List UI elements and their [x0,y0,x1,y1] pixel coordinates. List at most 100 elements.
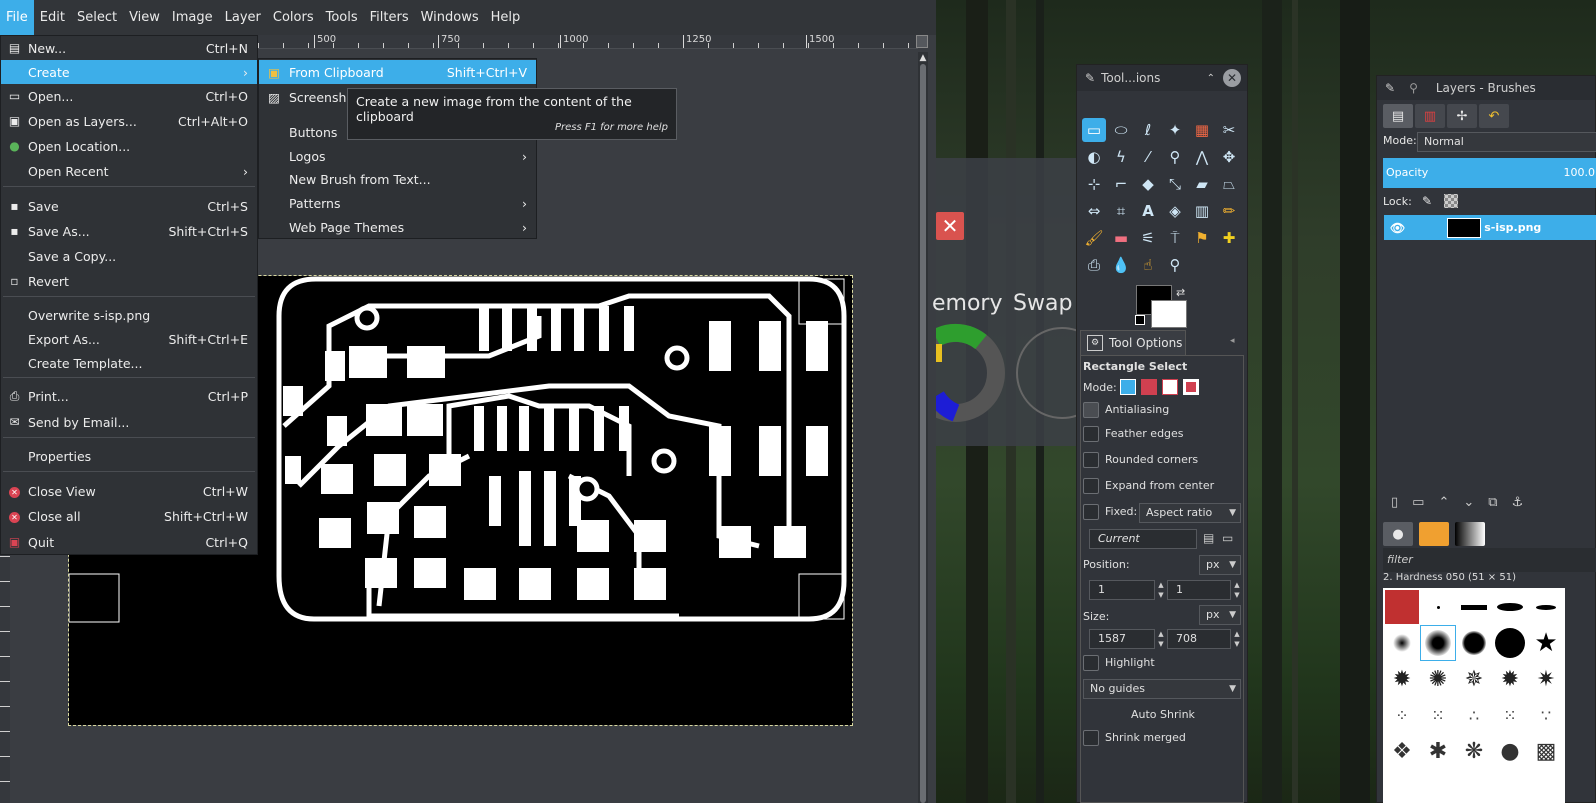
brush-item[interactable]: ✷ [1529,662,1563,696]
menu-item-open[interactable]: ▭ Open... Ctrl+O [1,84,257,108]
brush-item[interactable]: ✺ [1421,662,1455,696]
tab-layers-icon[interactable]: ▤ [1383,104,1413,128]
position-unit-select[interactable]: px ▼ [1199,555,1241,575]
lock-alpha-icon[interactable] [1444,194,1458,208]
align-tool-icon[interactable]: ⊹ [1082,172,1106,196]
size-width-spinner[interactable]: ▲ ▼ [1156,629,1166,649]
layer-row[interactable]: 👁 s-isp.png [1384,215,1596,240]
paintbrush-tool-icon[interactable]: 🖌 [1082,226,1106,250]
feather-checkbox[interactable] [1083,426,1099,442]
menu-item-send-email[interactable]: ✉ Send by Email... [1,410,257,434]
brush-item[interactable]: ∵ [1529,698,1563,732]
tab-brushes-icon[interactable]: ● [1383,522,1413,546]
duplicate-layer-icon[interactable]: ⧉ [1488,495,1497,510]
menu-help[interactable]: Help [485,0,527,35]
scale-tool-icon[interactable]: ⤡ [1163,172,1187,196]
position-y-spinner[interactable]: ▲ ▼ [1232,580,1242,600]
expand-row[interactable]: Expand from center [1083,478,1214,494]
menu-item-revert[interactable]: ▫ Revert [1,269,257,293]
tab-undo-icon[interactable]: ↶ [1479,104,1509,128]
menu-item-close-view[interactable]: ✕ Close View Ctrl+W [1,479,257,503]
submenu-item-logos[interactable]: Logos › [259,144,536,168]
brush-item[interactable]: ✵ [1457,662,1491,696]
menu-item-properties[interactable]: Properties [1,444,257,468]
scrollbar-thumb[interactable] [920,64,926,803]
menu-item-create[interactable]: Create › [1,60,257,84]
antialiasing-checkbox[interactable] [1083,402,1099,418]
menu-filters[interactable]: Filters [364,0,415,35]
menu-colors[interactable]: Colors [267,0,320,35]
menu-file[interactable]: File [0,0,34,35]
brush-item[interactable] [1457,590,1491,624]
move-tool-icon[interactable]: ✥ [1217,145,1241,169]
layer-mode-select[interactable]: Normal [1417,132,1596,152]
brush-item[interactable] [1457,626,1491,660]
guides-select[interactable]: No guides ▼ [1083,679,1241,699]
mode-subtract-icon[interactable] [1161,379,1178,395]
brush-item[interactable]: ★ [1529,626,1563,660]
brush-item[interactable] [1493,590,1527,624]
color-picker-tool-icon[interactable]: ⁄ [1136,145,1160,169]
aspect-toggle-icon[interactable]: ▭ [1222,531,1233,545]
brush-item[interactable]: ❋ [1457,734,1491,768]
flip-tool-icon[interactable]: ⇔ [1082,199,1106,223]
anchor-icon[interactable]: ⚓ [1512,495,1524,510]
tab-paths-icon[interactable]: ✢ [1447,104,1477,128]
zoom-tool-icon[interactable]: ⚲ [1163,145,1187,169]
mode-replace-icon[interactable] [1119,379,1136,395]
menu-item-create-template[interactable]: Create Template... [1,351,257,375]
tab-patterns-icon[interactable] [1419,522,1449,546]
pin-icon[interactable]: ✎ [1385,81,1395,95]
text-tool-icon[interactable]: A [1136,199,1160,223]
menu-item-export-as[interactable]: Export As... Shift+Ctrl+E [1,327,257,351]
submenu-item-from-clipboard[interactable]: ▣ From Clipboard Shift+Ctrl+V [259,60,536,84]
brush-item[interactable] [1421,590,1455,624]
brush-item[interactable]: ✱ [1421,734,1455,768]
fuzzy-select-tool-icon[interactable]: ✦ [1163,118,1187,142]
perspective-clone-tool-icon[interactable]: ⎙ [1082,253,1106,277]
brush-item[interactable] [1529,590,1563,624]
raise-layer-icon[interactable]: ⌃ [1438,495,1449,510]
aspect-current-field[interactable]: Current [1089,529,1197,549]
brush-item[interactable] [1385,590,1419,624]
brush-grid[interactable]: ★ ✹ ✺ ✵ ✹ ✷ ⁘ ⁙ ∴ ⁙ ∵ ❖ ✱ ❋ ● ▩ [1383,588,1565,803]
tab-channels-icon[interactable]: ▥ [1415,104,1445,128]
detach-icon[interactable]: ⚲ [1409,81,1418,95]
shrink-merged-row[interactable]: Shrink merged [1083,730,1186,746]
ellipse-select-tool-icon[interactable]: ⬭ [1109,118,1133,142]
brush-filter-input[interactable]: filter [1383,548,1596,572]
scroll-up-icon[interactable]: ▲ [917,52,929,64]
heal-tool-icon[interactable]: ✚ [1217,226,1241,250]
collapse-icon[interactable]: ⌃ [1207,73,1215,84]
dodge-burn-tool-icon[interactable]: ⚲ [1163,253,1187,277]
submenu-item-new-brush[interactable]: New Brush from Text... [259,167,536,191]
shear-tool-icon[interactable]: ▰ [1190,172,1214,196]
brush-item[interactable] [1493,626,1527,660]
shrink-merged-checkbox[interactable] [1083,730,1099,746]
measure-tool-icon[interactable]: ⋀ [1190,145,1214,169]
menu-tools[interactable]: Tools [320,0,364,35]
size-height-spinner[interactable]: ▲ ▼ [1232,629,1242,649]
brush-item[interactable]: ⁙ [1493,698,1527,732]
rounded-checkbox[interactable] [1083,452,1099,468]
brush-item[interactable] [1420,625,1456,661]
eye-icon[interactable]: 👁 [1390,221,1405,235]
brush-item[interactable]: ● [1493,734,1527,768]
pin-icon[interactable]: ✎ [1085,71,1095,85]
perspective-tool-icon[interactable]: ⏢ [1217,172,1241,196]
vertical-ruler[interactable] [0,556,10,803]
size-height-field[interactable]: 708 [1167,629,1231,649]
paths-tool-icon[interactable]: ϟ [1109,145,1133,169]
menu-item-open-recent[interactable]: Open Recent › [1,159,257,183]
mode-intersect-icon[interactable] [1182,379,1199,395]
navigate-button[interactable] [916,35,928,48]
eraser-tool-icon[interactable]: ▬ [1109,226,1133,250]
submenu-item-web-themes[interactable]: Web Page Themes › [259,215,536,239]
menu-item-print[interactable]: ⎙ Print... Ctrl+P [1,384,257,408]
auto-shrink-button[interactable]: Auto Shrink [1131,708,1195,721]
brush-item[interactable]: ✹ [1493,662,1527,696]
highlight-checkbox[interactable] [1083,655,1099,671]
airbrush-tool-icon[interactable]: ⚟ [1136,226,1160,250]
menu-item-close-all[interactable]: ✕ Close all Shift+Ctrl+W [1,504,257,528]
antialiasing-row[interactable]: Antialiasing [1083,402,1169,418]
